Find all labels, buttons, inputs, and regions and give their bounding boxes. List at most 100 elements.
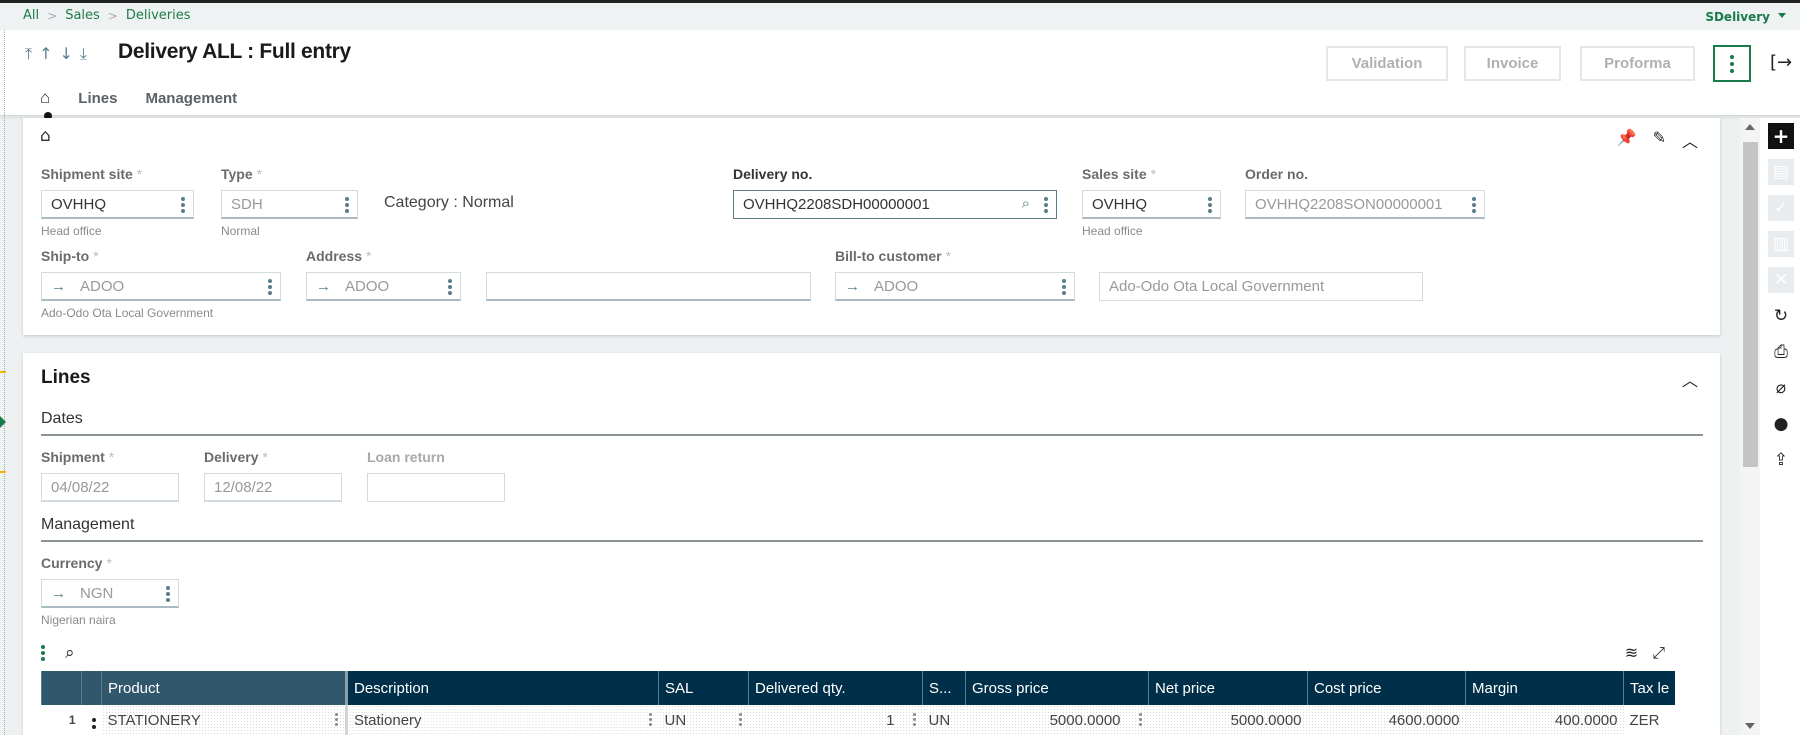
column-header-margin[interactable]: Margin xyxy=(1465,671,1624,705)
first-record-icon[interactable]: ⤒ xyxy=(25,44,32,64)
arrow-right-icon[interactable]: → xyxy=(845,278,860,295)
caret-down-icon[interactable] xyxy=(1778,13,1786,18)
refresh-icon[interactable]: ↻ xyxy=(1768,303,1794,329)
column-header-product[interactable]: Product xyxy=(101,671,347,705)
sales-site-field[interactable]: OVHHQ xyxy=(1082,190,1221,219)
cell-product[interactable]: STATIONERY xyxy=(101,705,347,735)
proforma-button[interactable]: Proforma xyxy=(1580,46,1695,81)
print-icon[interactable]: ⎙ xyxy=(1768,339,1794,365)
currency-field[interactable]: → NGN xyxy=(41,579,179,608)
search-icon[interactable]: ⌕ xyxy=(1022,195,1030,212)
next-record-icon[interactable]: ↓ xyxy=(59,44,72,64)
function-selector[interactable]: SDelivery xyxy=(1705,10,1770,24)
cell-description[interactable]: Stationery xyxy=(345,705,659,735)
breadcrumb-sales[interactable]: Sales xyxy=(65,8,100,23)
bill-to-customer-field[interactable]: → ADOO xyxy=(835,272,1075,301)
tab-lines[interactable]: Lines xyxy=(78,90,117,107)
more-vertical-icon[interactable] xyxy=(268,279,272,295)
collapse-chevron-up-icon[interactable]: ︿ xyxy=(1682,367,1698,391)
column-header-rownum xyxy=(41,671,82,705)
cell-sal[interactable]: UN xyxy=(658,705,749,735)
add-icon[interactable]: + xyxy=(1768,123,1794,149)
expand-left-panel-icon[interactable] xyxy=(0,416,6,428)
more-vertical-icon[interactable] xyxy=(1472,197,1476,213)
scroll-up-icon[interactable] xyxy=(1745,124,1755,130)
shipment-site-field[interactable]: OVHHQ xyxy=(41,190,194,219)
chevron-right-icon: > xyxy=(47,8,58,23)
export-upload-icon[interactable]: ⇪ xyxy=(1768,447,1794,473)
scroll-down-icon[interactable] xyxy=(1745,723,1755,729)
dates-subsection-title: Dates xyxy=(41,410,1703,436)
cell-tax-level[interactable]: ZER xyxy=(1623,705,1676,735)
grid-actions-icon[interactable] xyxy=(41,645,45,661)
ship-to-field[interactable]: → ADOO xyxy=(41,272,281,301)
invoice-button[interactable]: Invoice xyxy=(1464,46,1561,81)
collapse-chevron-up-icon[interactable]: ︿ xyxy=(1682,128,1698,152)
more-vertical-icon[interactable] xyxy=(181,197,185,213)
type-field[interactable]: SDH xyxy=(221,190,358,219)
address-field[interactable]: → ADOO xyxy=(306,272,461,301)
more-vertical-icon[interactable] xyxy=(912,713,916,726)
more-vertical-icon[interactable] xyxy=(1062,279,1066,295)
validation-button[interactable]: Validation xyxy=(1326,46,1448,81)
loan-return-field[interactable] xyxy=(367,473,505,502)
more-vertical-icon[interactable] xyxy=(1044,197,1048,213)
chevron-right-icon: > xyxy=(107,8,118,23)
pin-icon[interactable]: 📌 xyxy=(1617,128,1637,152)
column-header-sal[interactable]: SAL xyxy=(658,671,749,705)
previous-record-icon[interactable]: ↑ xyxy=(39,44,52,64)
layers-icon[interactable]: ≋ xyxy=(1625,643,1638,663)
search-icon[interactable]: ⌕ xyxy=(65,643,75,663)
more-vertical-icon[interactable] xyxy=(335,713,338,726)
edit-pencil-icon[interactable]: ✎ xyxy=(1653,128,1666,152)
arrow-right-icon[interactable]: → xyxy=(51,278,66,295)
more-actions-button[interactable] xyxy=(1713,45,1751,82)
more-vertical-icon[interactable] xyxy=(1138,713,1142,726)
last-record-icon[interactable]: ⤓ xyxy=(80,44,87,64)
lines-grid: Product Description SAL Delivered qty. S… xyxy=(41,671,1676,735)
breadcrumb-all[interactable]: All xyxy=(23,8,39,23)
column-header-net-price[interactable]: Net price xyxy=(1148,671,1308,705)
tab-home[interactable]: ⌂ xyxy=(40,88,50,108)
cell-gross-price[interactable]: 5000.0000 xyxy=(965,705,1149,735)
column-header-gross-price[interactable]: Gross price xyxy=(965,671,1149,705)
cell-cost-price[interactable]: 4600.0000 xyxy=(1307,705,1466,735)
comment-icon[interactable]: ● xyxy=(1768,411,1794,437)
more-vertical-icon[interactable] xyxy=(345,197,349,213)
more-vertical-icon[interactable] xyxy=(448,279,452,295)
validate-check-icon[interactable]: ✓ xyxy=(1768,195,1794,221)
row-actions-button[interactable] xyxy=(81,705,102,735)
delivery-date-field[interactable]: 12/08/22 xyxy=(204,473,342,502)
column-header-tax-level[interactable]: Tax le xyxy=(1623,671,1676,705)
cell-delivered-qty[interactable]: 1 xyxy=(748,705,923,735)
column-header-s[interactable]: S... xyxy=(922,671,966,705)
more-vertical-icon[interactable] xyxy=(738,713,742,726)
delete-trash-icon[interactable]: ▥ xyxy=(1768,231,1794,257)
cancel-close-icon[interactable]: ✕ xyxy=(1768,267,1794,293)
cell-margin[interactable]: 400.0000 xyxy=(1465,705,1624,735)
cell-net-price[interactable]: 5000.0000 xyxy=(1148,705,1308,735)
tab-management[interactable]: Management xyxy=(145,90,237,107)
save-icon[interactable]: ▤ xyxy=(1768,159,1794,185)
arrow-right-icon[interactable]: → xyxy=(51,585,66,602)
column-header-delivered-qty[interactable]: Delivered qty. xyxy=(748,671,923,705)
more-vertical-icon[interactable] xyxy=(1208,197,1212,213)
address-extra-field[interactable] xyxy=(486,272,811,301)
cell-s[interactable]: UN xyxy=(922,705,966,735)
shipment-date-field[interactable]: 04/08/22 xyxy=(41,473,179,502)
exit-icon[interactable]: [→ xyxy=(1770,52,1792,73)
expand-icon[interactable]: ⤢ xyxy=(1652,643,1665,663)
order-no-field[interactable]: OVHHQ2208SON00000001 xyxy=(1245,190,1485,219)
scrollbar-thumb[interactable] xyxy=(1743,142,1758,467)
vertical-scrollbar[interactable] xyxy=(1740,118,1760,735)
column-header-cost-price[interactable]: Cost price xyxy=(1307,671,1466,705)
column-header-description[interactable]: Description xyxy=(345,671,659,705)
more-vertical-icon[interactable] xyxy=(166,586,170,602)
attachment-paperclip-icon[interactable]: ⌀ xyxy=(1768,375,1794,401)
table-row[interactable]: 1 STATIONERY Stationery UN 1 UN 5000.000… xyxy=(41,705,1676,735)
more-vertical-icon[interactable] xyxy=(648,713,652,726)
breadcrumb-deliveries[interactable]: Deliveries xyxy=(126,8,191,23)
delivery-date-label: Delivery * xyxy=(204,449,268,465)
delivery-no-field[interactable]: OVHHQ2208SDH00000001 ⌕ xyxy=(733,190,1057,219)
arrow-right-icon[interactable]: → xyxy=(316,278,331,295)
